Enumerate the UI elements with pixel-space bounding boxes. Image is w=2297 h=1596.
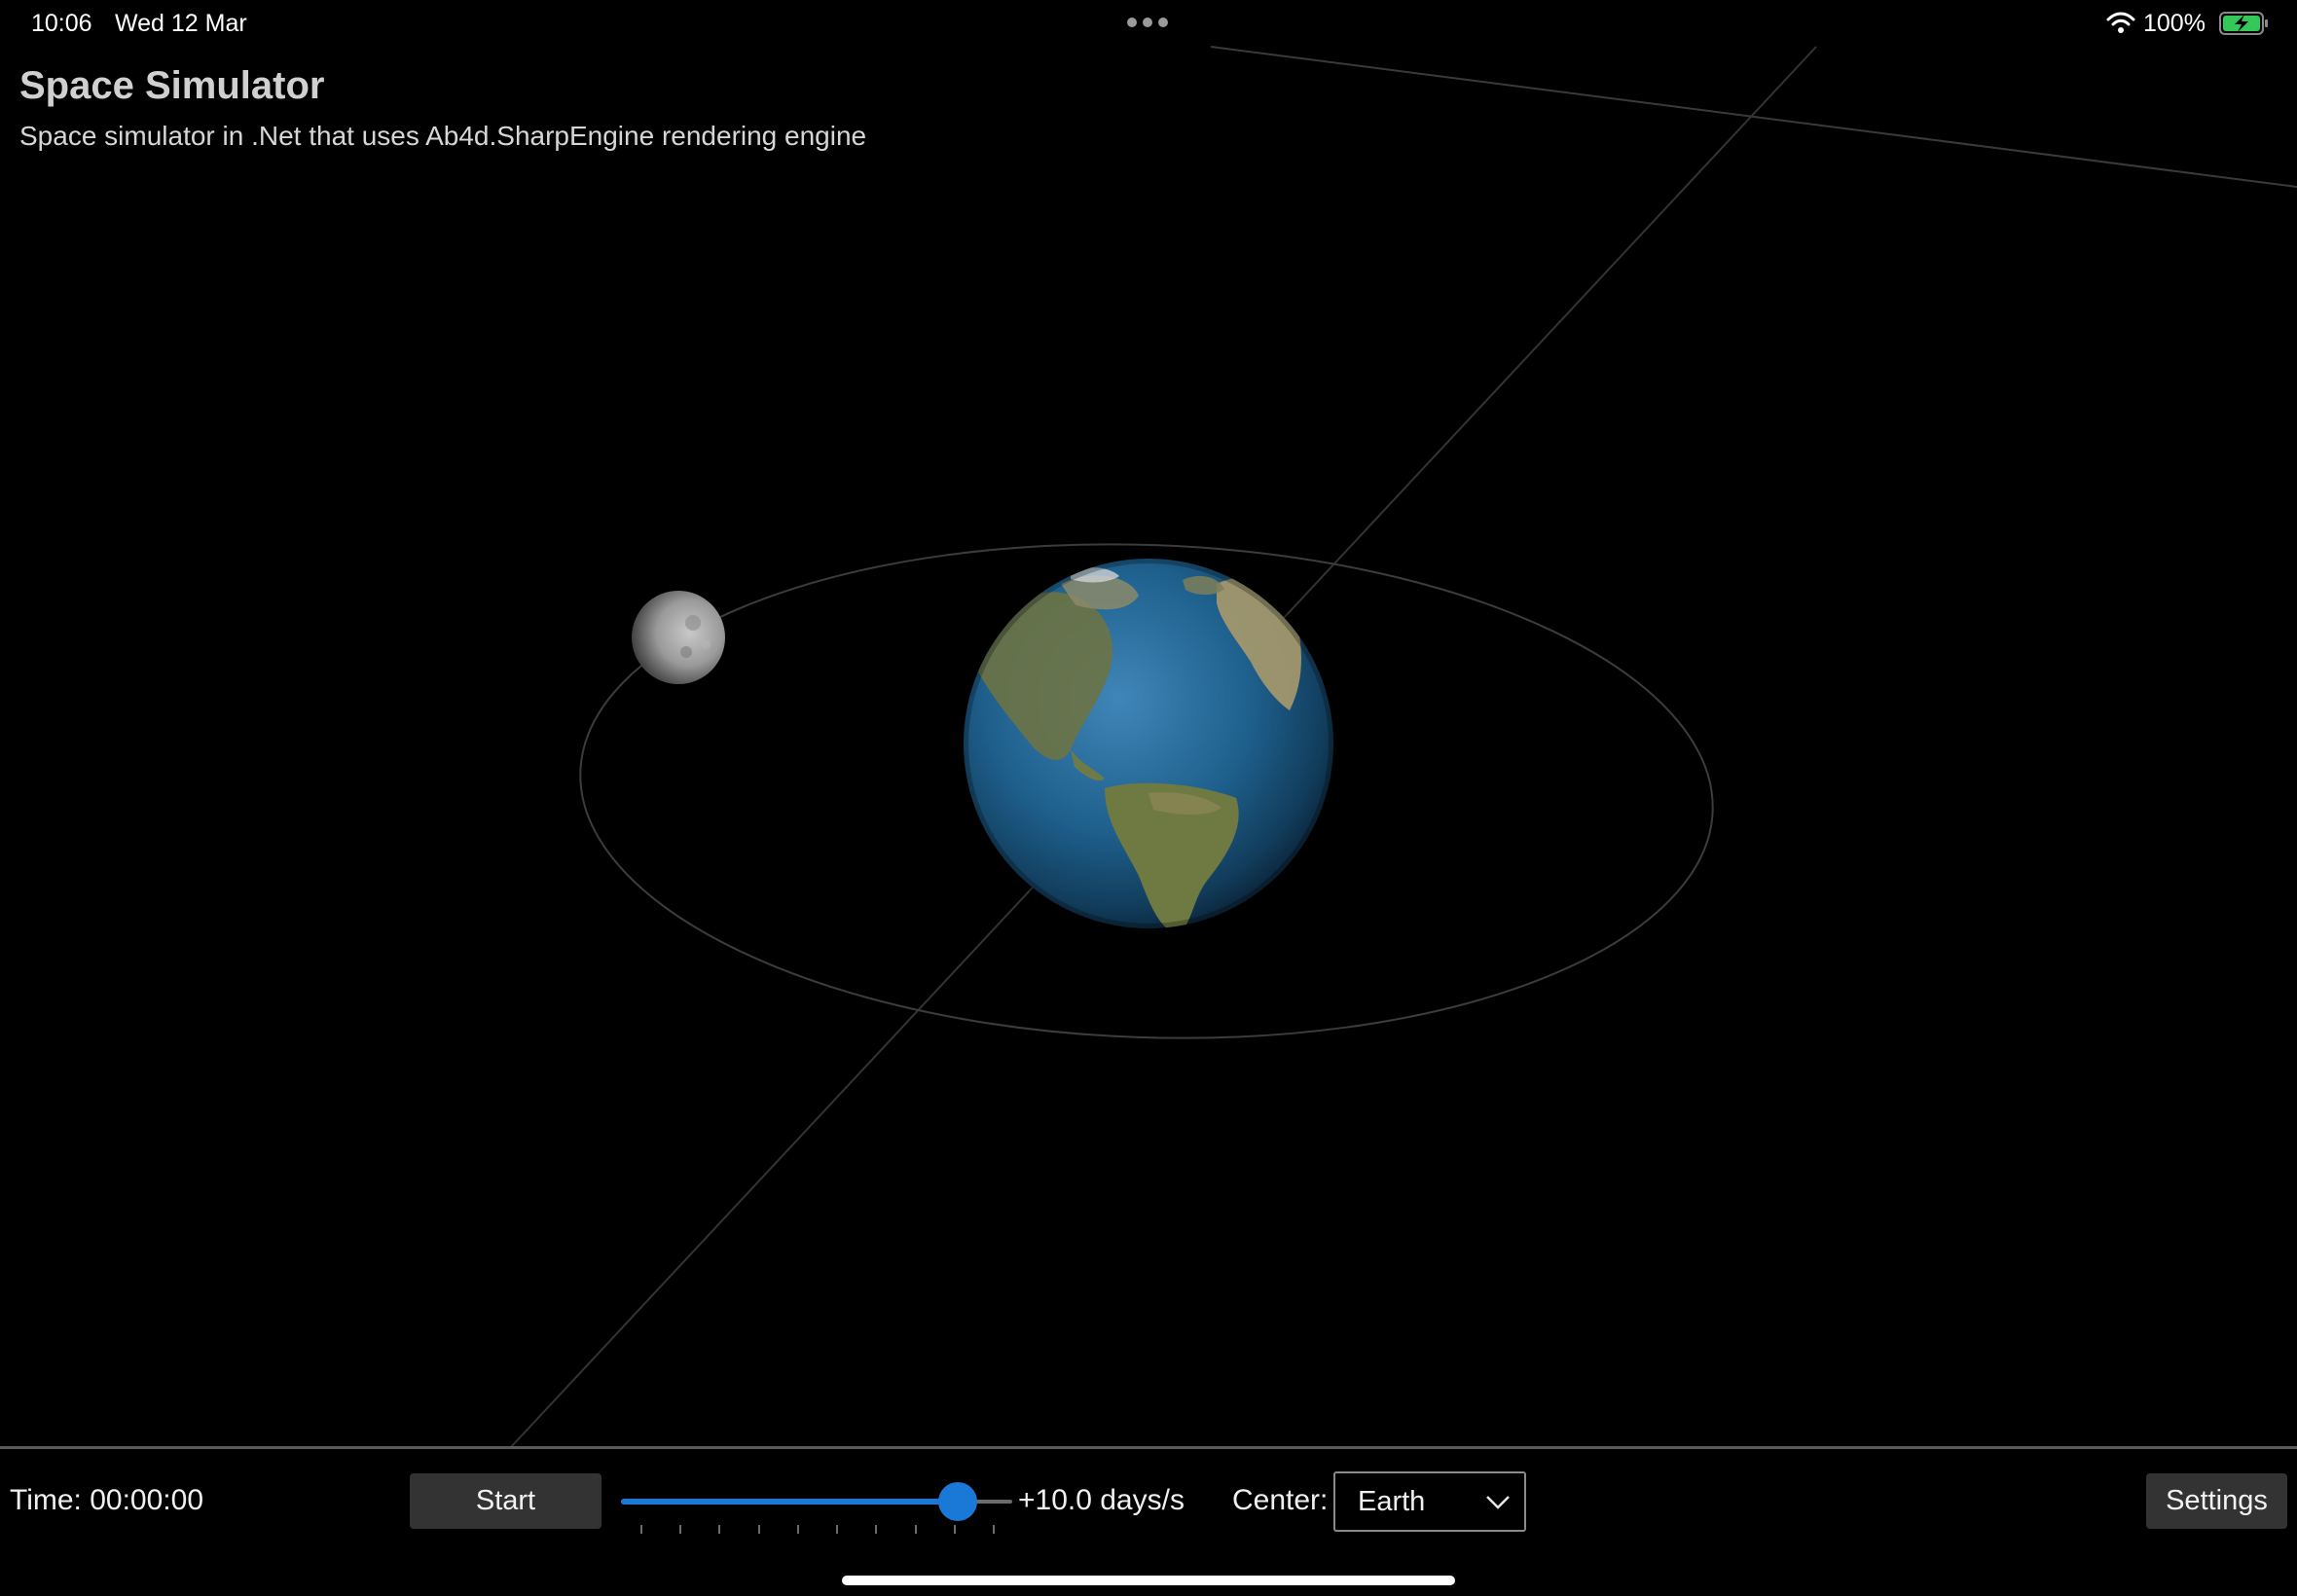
- battery-charging-icon: [2219, 12, 2268, 35]
- home-indicator[interactable]: [842, 1576, 1455, 1585]
- slider-tick: [836, 1525, 838, 1534]
- speed-slider[interactable]: [621, 1478, 1012, 1537]
- slider-thumb[interactable]: [938, 1482, 977, 1521]
- slider-ticks: [621, 1525, 1012, 1537]
- battery-percent: 100%: [2143, 10, 2206, 37]
- slider-tick: [954, 1525, 956, 1534]
- simulation-time-label: Time: 00:00:00: [10, 1484, 203, 1516]
- multitasking-icon[interactable]: [1127, 18, 1170, 29]
- center-select[interactable]: Earth: [1333, 1471, 1526, 1532]
- slider-track-fill: [621, 1499, 958, 1505]
- center-label: Center:: [1232, 1484, 1329, 1516]
- status-date: Wed 12 Mar: [115, 10, 247, 37]
- slider-tick: [993, 1525, 995, 1534]
- page-title: Space Simulator: [19, 64, 325, 107]
- slider-tick: [915, 1525, 917, 1534]
- app-screen: 10:06 Wed 12 Mar 100% Space Simulator Sp…: [0, 0, 2297, 1596]
- slider-tick: [797, 1525, 799, 1534]
- bottom-toolbar: Time: 00:00:00 Start +10.0 days/s Center…: [0, 1446, 2297, 1596]
- slider-tick: [640, 1525, 642, 1534]
- slider-tick: [875, 1525, 877, 1534]
- page-subtitle: Space simulator in .Net that uses Ab4d.S…: [19, 121, 867, 151]
- slider-tick: [679, 1525, 681, 1534]
- chevron-down-icon: [1486, 1496, 1510, 1509]
- wifi-icon: [2106, 12, 2135, 33]
- slider-tick: [718, 1525, 720, 1534]
- status-bar: 10:06 Wed 12 Mar 100%: [0, 0, 2297, 47]
- settings-button[interactable]: Settings: [2146, 1473, 2287, 1529]
- start-button[interactable]: Start: [410, 1473, 602, 1529]
- center-select-value: Earth: [1358, 1486, 1426, 1517]
- slider-tick: [758, 1525, 760, 1534]
- space-scene-canvas[interactable]: [0, 0, 2297, 1448]
- earth-planet[interactable]: [959, 554, 1338, 934]
- moon-body[interactable]: [632, 591, 725, 684]
- speed-value-label: +10.0 days/s: [1018, 1484, 1185, 1516]
- axis-line-upper: [1210, 46, 2297, 188]
- status-time: 10:06: [31, 10, 92, 37]
